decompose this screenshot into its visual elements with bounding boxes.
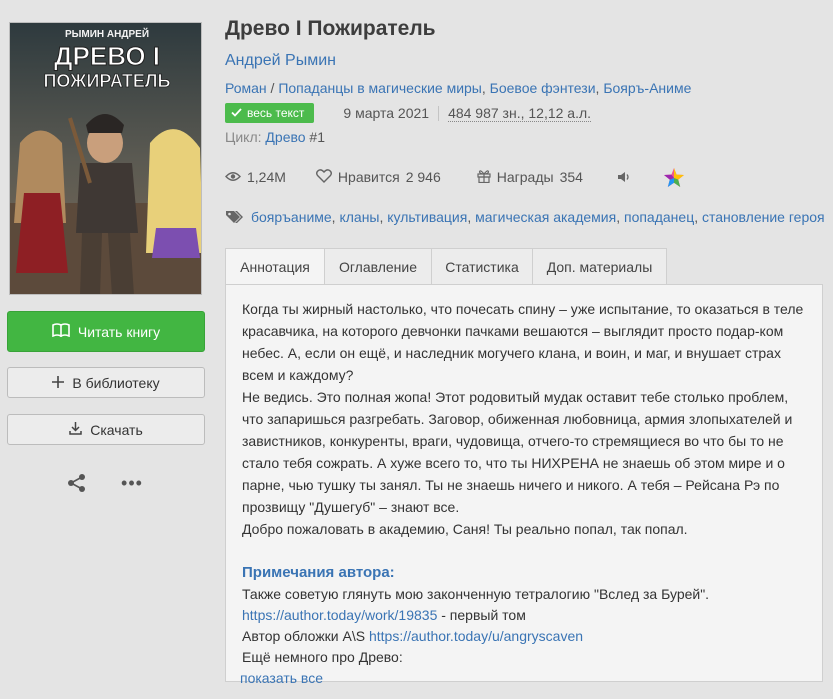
status-badge: весь текст (225, 103, 315, 123)
tab-annotation[interactable]: Аннотация (225, 248, 324, 285)
genre-link-novel[interactable]: Роман (225, 80, 267, 96)
notes-line: https://author.today/work/19835 - первый… (242, 607, 526, 623)
speaker-icon[interactable] (617, 171, 631, 183)
work-link[interactable]: https://author.today/work/19835 (242, 607, 437, 623)
share-icon[interactable] (66, 472, 88, 494)
read-book-button[interactable]: Читать книгу (7, 311, 205, 352)
genres-line: Роман / Попаданцы в магические миры, Бое… (225, 80, 692, 96)
plus-icon (52, 375, 65, 391)
read-book-label: Читать книгу (77, 323, 161, 340)
tab-contents[interactable]: Оглавление (324, 248, 431, 285)
awards-stat[interactable]: Награды 354 (477, 169, 583, 186)
meta-row: весь текст 9 марта 2021 484 987 зн., 12,… (225, 103, 592, 123)
tab-extra-materials[interactable]: Доп. материалы (532, 248, 667, 285)
notes-line: Автор обложки A\S https://author.today/u… (242, 628, 584, 644)
tag-link[interactable]: становление героя (702, 209, 825, 225)
annotation-paragraph: Не ведись. Это полная жопа! Этот родовит… (242, 389, 793, 515)
tag-link[interactable]: бояръаниме (251, 209, 332, 225)
tabs-bar: Аннотация Оглавление Статистика Доп. мат… (225, 248, 667, 285)
download-button[interactable]: Скачать (7, 414, 205, 445)
heart-icon (315, 168, 332, 186)
tag-link[interactable]: культивация (387, 209, 467, 225)
tag-icon (225, 210, 245, 224)
tags-row: бояръаниме, кланы, культивация, магическ… (225, 206, 825, 228)
annotation-paragraph: Когда ты жирный настолько, что почесать … (242, 301, 804, 383)
library-label: В библиотеку (72, 374, 160, 391)
book-icon (52, 323, 70, 340)
annotation-paragraph: Добро пожаловать в академию, Саня! Ты ре… (242, 521, 688, 537)
views-stat: 1,24М (225, 169, 286, 185)
cover-title-line2: ПОЖИРАТЕЛЬ (43, 71, 170, 91)
star-icon[interactable] (663, 167, 685, 188)
author-link[interactable]: Андрей Рымин (225, 52, 336, 70)
genre-link[interactable]: Попаданцы в магические миры (278, 80, 482, 96)
notes-line: Ещё немного про Древо: (242, 649, 403, 665)
check-icon (231, 106, 242, 120)
tag-link[interactable]: кланы (339, 209, 379, 225)
add-to-library-button[interactable]: В библиотеку (7, 367, 205, 398)
annotation-panel: Когда ты жирный настолько, что почесать … (225, 284, 823, 686)
tag-link[interactable]: магическая академия (475, 209, 616, 225)
cover-title-line1: ДРЕВО I (54, 41, 160, 71)
author-notes-heading: Примечания автора: (242, 564, 395, 581)
genre-link[interactable]: Боевое фэнтези (490, 80, 596, 96)
book-cover[interactable]: РЫМИН АНДРЕЙ ДРЕВО I ПОЖИРАТЕЛЬ (9, 22, 202, 295)
cover-artist-link[interactable]: https://author.today/u/angryscaven (369, 628, 583, 644)
cover-art: РЫМИН АНДРЕЙ ДРЕВО I ПОЖИРАТЕЛЬ (10, 23, 201, 294)
book-title: Древо I Пожиратель (225, 17, 436, 40)
genre-link[interactable]: Бояръ-Аниме (603, 80, 691, 96)
tab-statistics[interactable]: Статистика (431, 248, 532, 285)
publish-date: 9 марта 2021 (343, 105, 430, 121)
cover-author: РЫМИН АНДРЕЙ (65, 27, 149, 40)
gift-icon (477, 169, 491, 186)
eye-icon (225, 169, 241, 185)
stats-row: 1,24М Нравится 2 946 Награды 354 (225, 166, 685, 188)
cycle-link[interactable]: Древо (265, 129, 305, 145)
cycle-line: Цикл: Древо #1 (225, 129, 326, 145)
notes-line: Также советую глянуть мою законченную те… (242, 586, 710, 602)
divider (438, 105, 440, 121)
likes-stat[interactable]: Нравится 2 946 (315, 168, 441, 186)
tag-link[interactable]: попаданец (624, 209, 694, 225)
download-icon (69, 421, 82, 438)
download-label: Скачать (90, 421, 143, 438)
more-icon[interactable]: ••• (121, 472, 143, 494)
show-all-link[interactable]: показать все (240, 668, 806, 688)
book-size: 484 987 зн., 12,12 а.л. (448, 104, 592, 122)
